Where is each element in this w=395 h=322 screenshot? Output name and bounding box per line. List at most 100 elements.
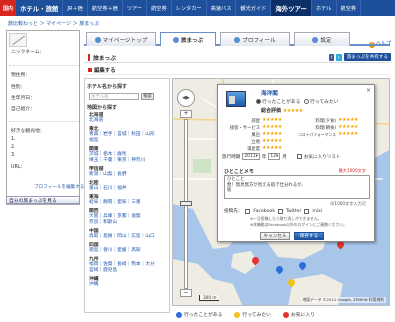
zoom-out-button[interactable]: − xyxy=(180,289,192,297)
breadcrumb[interactable]: 旅比較わっと ＞ マイページ ＞ 旅まっぷ xyxy=(8,20,99,27)
pref-links[interactable]: 青森｜岩手｜宮城｜秋田｜山形 xyxy=(89,131,155,137)
facebook-checkbox[interactable] xyxy=(245,208,251,214)
rating-stars[interactable]: ★★★★★ xyxy=(338,124,358,130)
month-unit: 月 xyxy=(282,154,287,160)
mixi-label: mixi xyxy=(312,208,323,214)
edit-section-header: 編集する xyxy=(84,66,390,75)
residence-label: 現住所： xyxy=(11,73,31,78)
post-target-row: 投稿先： Facebook Twitter mixi xyxy=(224,208,322,214)
twitter-checkbox[interactable] xyxy=(277,208,283,214)
tab-bar: マイページトップ 旅まっぷ プロフィール 設定 xyxy=(84,32,390,46)
nav-tour[interactable]: ツアー xyxy=(123,0,148,16)
overall-stars[interactable]: ★★★★★ xyxy=(283,108,303,114)
hotel-name[interactable]: 海洋閣 xyxy=(261,89,278,97)
year-unit: 年 xyxy=(261,154,267,160)
nav-overseas-tour[interactable]: 海外ツアー xyxy=(271,0,312,16)
pref-links[interactable]: 岐阜｜静岡｜愛知｜三重 xyxy=(89,199,141,205)
rating-stars[interactable]: ★★★★★ xyxy=(338,117,358,123)
month-select[interactable]: 12 ▾ xyxy=(268,153,281,160)
hotel-thumbnail xyxy=(226,91,246,107)
map-controls: ◀▶ + − xyxy=(177,89,197,305)
cancel-button[interactable]: キャンセル xyxy=(260,232,290,240)
mixi-checkbox[interactable] xyxy=(304,208,310,214)
pref-links[interactable]: 福島 xyxy=(89,137,98,143)
nav-air-hotel[interactable]: 航空券＋宿 xyxy=(88,0,123,16)
favorite-checkbox[interactable] xyxy=(296,154,302,159)
rating-label: 満足度 xyxy=(247,147,260,152)
memo-textarea[interactable]: ひとこと 無！無見無方が見える宿で仕分れるが、 宿 xyxy=(224,175,370,199)
pref-links[interactable]: 沖縄 xyxy=(89,281,98,287)
facebook-icon[interactable]: f xyxy=(328,53,335,61)
nav-guide[interactable]: 観光ガイド xyxy=(236,0,272,16)
favorites-label: 好きな観光地： xyxy=(11,129,45,134)
memo-label: ひとことメモ xyxy=(224,169,254,175)
nav-overseas-hotel[interactable]: ホテル xyxy=(312,0,337,16)
tab-settings[interactable]: 設定 xyxy=(294,32,350,46)
pref-links[interactable]: 徳島｜香川｜愛媛｜高知 xyxy=(89,247,141,253)
nav-jr[interactable]: JR＋宿 xyxy=(63,0,88,16)
radio-went[interactable]: 行ったことがある xyxy=(256,98,300,105)
edit-profile-link[interactable]: プロフィールを編集する xyxy=(34,184,84,190)
tab-label: 設定 xyxy=(320,37,332,44)
rating-stars[interactable]: ★★★★★ xyxy=(262,117,282,123)
avatar xyxy=(9,33,27,47)
rating-label: コストパフォーマンス xyxy=(298,132,336,137)
rating-stars[interactable]: ★★★★★ xyxy=(262,131,282,137)
nav-bus[interactable]: 高速バス xyxy=(207,0,237,16)
url-label: URL： xyxy=(11,165,26,170)
view-my-map-button[interactable]: 自分の旅まっぷを見る xyxy=(6,196,80,204)
travel-date-row: 旅行時期 2011 ▾ 年 12 ▾ 月 お気に入りリスト xyxy=(222,153,341,160)
site-logo[interactable]: 国内 xyxy=(0,0,17,16)
favorite-checkbox-label: お気に入りリスト xyxy=(303,154,341,160)
gender-label: 性別： xyxy=(11,85,26,90)
zoom-in-button[interactable]: + xyxy=(180,110,192,118)
rating-stars[interactable]: ★★★★★ xyxy=(262,145,282,151)
hotel-search-button[interactable]: 検索 xyxy=(141,93,154,100)
year-value: 2011 xyxy=(244,153,256,159)
rating-label: 風呂 xyxy=(251,133,260,138)
legend-want: 行ってみたい xyxy=(234,311,271,318)
rating-label: 料理(夕食) xyxy=(315,119,336,124)
tab-tabimap[interactable]: 旅まっぷ xyxy=(160,32,216,46)
close-icon[interactable]: × xyxy=(366,87,371,94)
pref-links[interactable]: 奈良｜和歌山 xyxy=(89,219,117,225)
share-map-button[interactable]: 旅まっぷを共有する xyxy=(343,53,391,61)
pref-links[interactable]: 富山｜石川｜福井 xyxy=(89,185,127,191)
zoom-slider-handle[interactable] xyxy=(180,201,192,206)
favorite-item-1: 1. xyxy=(11,137,16,142)
home-icon xyxy=(94,36,101,43)
pref-links[interactable]: 埼玉｜千葉｜東京｜神奈川 xyxy=(89,157,145,163)
blue-pin-icon xyxy=(176,311,182,318)
radio-label: 行ったことがある xyxy=(262,100,301,105)
twitter-icon[interactable]: t xyxy=(336,53,342,61)
rating-stars[interactable]: ★★★★★ xyxy=(338,131,358,137)
rating-stars[interactable]: ★★★★★ xyxy=(262,138,282,144)
nav-hotel[interactable]: ホテル・旅館 xyxy=(16,0,64,16)
nav-air[interactable]: 航空券 xyxy=(147,0,172,16)
save-button[interactable]: 保存する xyxy=(294,232,324,240)
profile-icon xyxy=(234,36,241,43)
tab-mypage-top[interactable]: マイページトップ xyxy=(86,32,156,46)
pref-links[interactable]: 鳥取｜島根｜岡山｜広島｜山口 xyxy=(89,233,155,239)
radio-want[interactable]: 行ってみたい xyxy=(304,98,339,105)
pref-links[interactable]: 北海道 xyxy=(89,117,103,123)
nav-rentacar[interactable]: レンタカー xyxy=(172,0,207,16)
pan-control[interactable]: ◀▶ xyxy=(177,89,195,107)
tab-profile[interactable]: プロフィール xyxy=(220,32,290,46)
hotel-search-input[interactable]: ホテル名 xyxy=(89,93,139,100)
search-panel: ホテル名から探す ホテル名 検索 地図から探す 北海道 北海道 東北 青森｜岩手… xyxy=(84,78,170,313)
map-credit: 地図データ ©2012 Google, ZENRIN 利用規約 xyxy=(300,297,386,303)
pref-links[interactable]: 新潟｜山梨｜長野 xyxy=(89,171,127,177)
rating-stars[interactable]: ★★★★★ xyxy=(262,124,282,130)
top-nav: 国内 ホテル・旅館 JR＋宿 航空券＋宿 ツアー 航空券 レンタカー 高速バス … xyxy=(0,0,395,16)
edit-section-label: 編集する xyxy=(94,68,116,74)
nav-overseas-air[interactable]: 航空券 xyxy=(337,0,362,16)
gear-icon xyxy=(312,36,319,43)
post-label: 投稿先： xyxy=(224,209,243,214)
year-select[interactable]: 2011 ▾ xyxy=(242,153,260,160)
map-legend: 行ったことがある 行ってみたい お気に入り xyxy=(176,311,315,318)
hotel-search-heading: ホテル名から探す xyxy=(87,84,128,90)
view-my-map-label: 自分の旅まっぷを見る xyxy=(9,198,57,204)
area-search-heading: 地図から探す xyxy=(87,105,118,111)
pref-links[interactable]: 宮崎｜鹿児島 xyxy=(89,267,117,273)
